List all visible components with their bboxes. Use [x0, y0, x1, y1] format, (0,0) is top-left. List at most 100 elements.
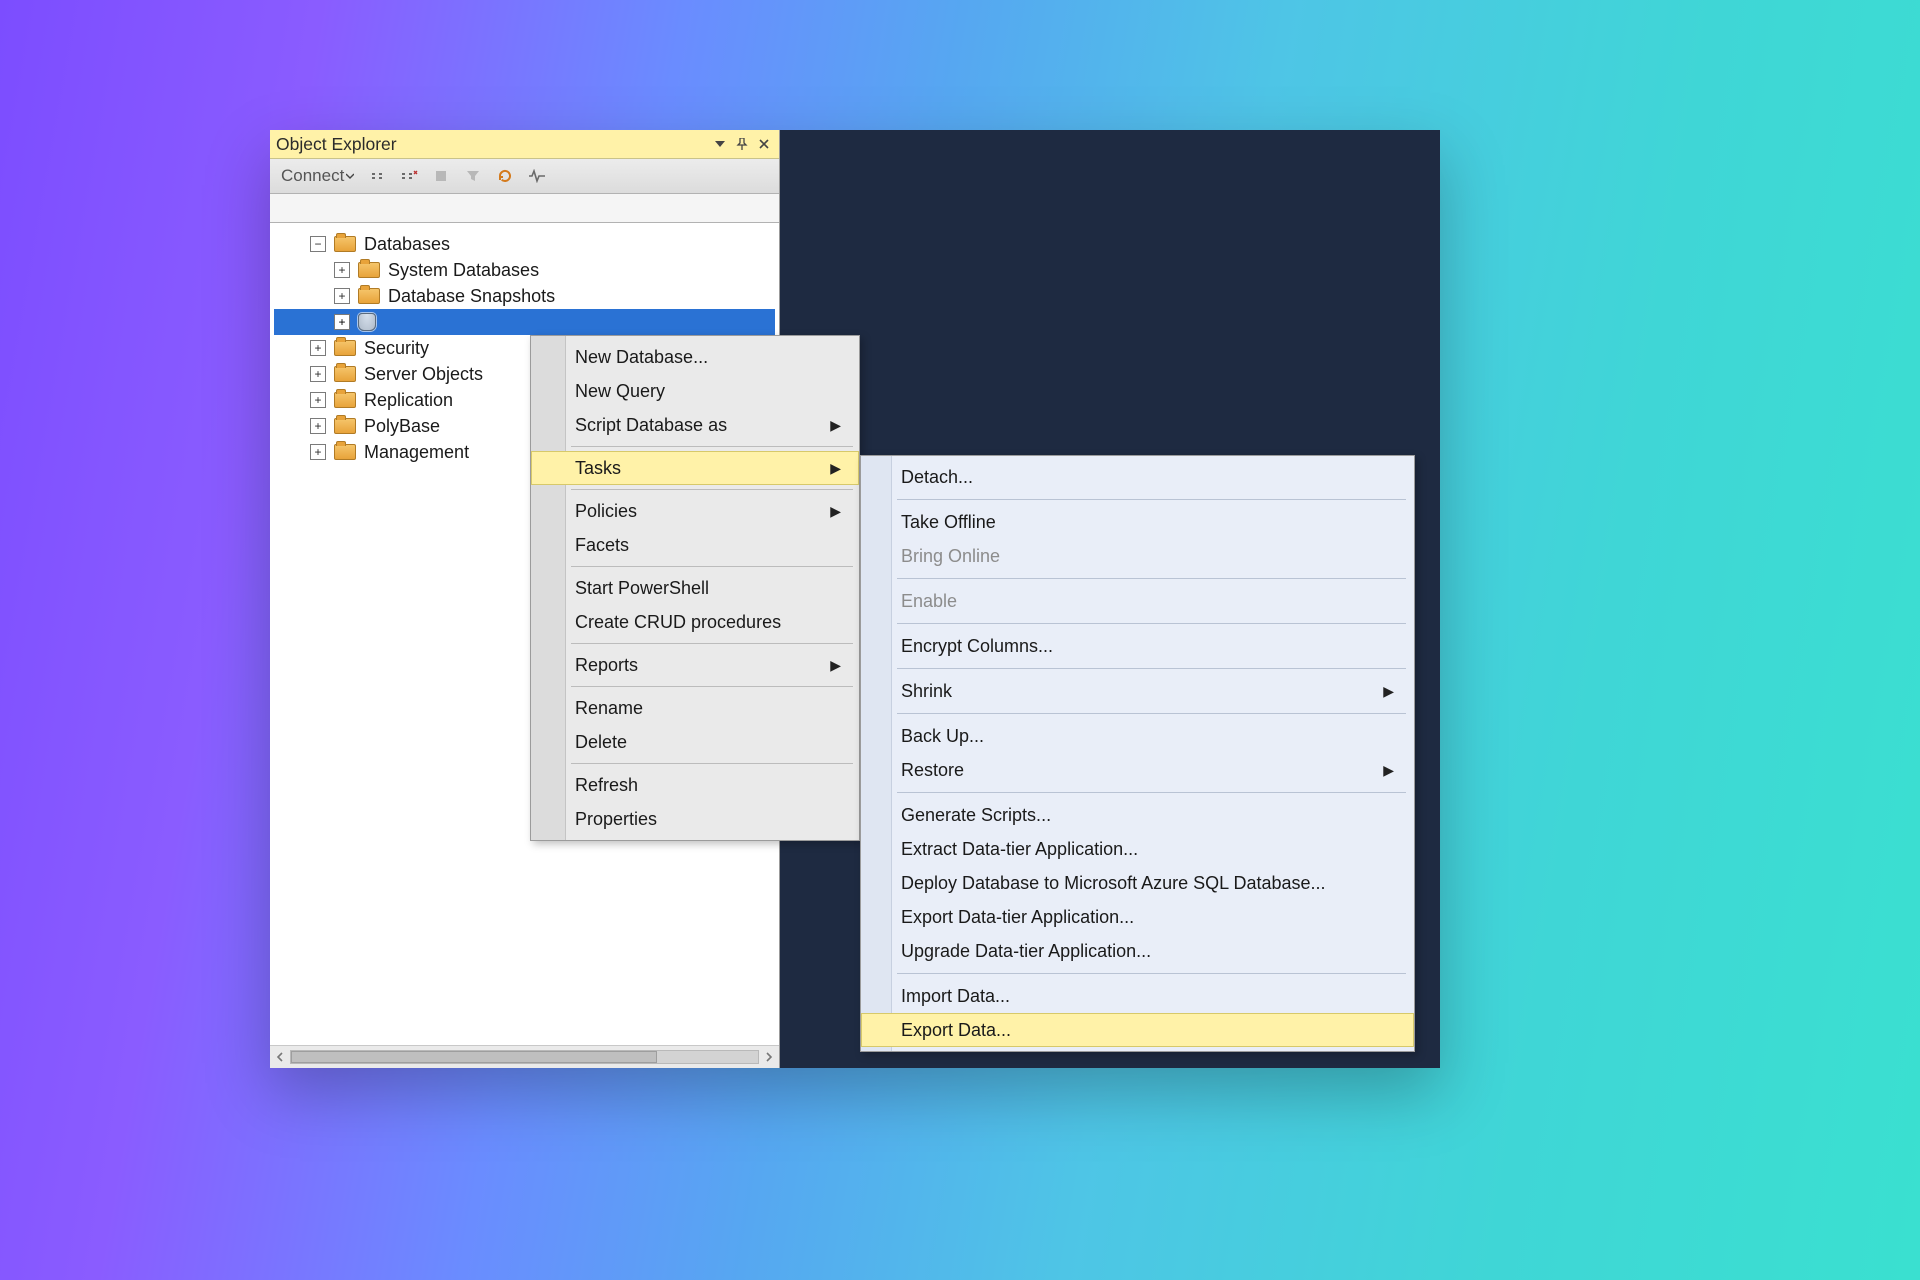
- task-import-data[interactable]: Import Data...: [861, 979, 1414, 1013]
- menu-new-database[interactable]: New Database...: [531, 340, 859, 374]
- tree-node-selected-database[interactable]: +: [274, 309, 775, 335]
- menu-script-database-as[interactable]: Script Database as▶: [531, 408, 859, 442]
- task-detach[interactable]: Detach...: [861, 460, 1414, 494]
- task-deploy-azure[interactable]: Deploy Database to Microsoft Azure SQL D…: [861, 866, 1414, 900]
- chevron-down-icon: [346, 172, 354, 180]
- menu-separator: [571, 446, 853, 447]
- task-bring-online: Bring Online: [861, 539, 1414, 573]
- menu-separator: [897, 713, 1406, 714]
- task-generate-scripts[interactable]: Generate Scripts...: [861, 798, 1414, 832]
- folder-icon: [334, 366, 356, 382]
- menu-separator: [897, 623, 1406, 624]
- chevron-right-icon: ▶: [830, 460, 841, 477]
- folder-icon: [334, 340, 356, 356]
- scroll-right-icon[interactable]: [759, 1046, 779, 1068]
- menu-policies[interactable]: Policies▶: [531, 494, 859, 528]
- disconnect-all-icon[interactable]: [396, 163, 422, 189]
- connect-button[interactable]: Connect: [279, 163, 358, 189]
- tree-label: Server Objects: [364, 364, 483, 385]
- chevron-right-icon: ▶: [1383, 762, 1394, 779]
- tree-label: Database Snapshots: [388, 286, 555, 307]
- task-restore[interactable]: Restore▶: [861, 753, 1414, 787]
- tree-node-system-databases[interactable]: + System Databases: [274, 257, 775, 283]
- folder-icon: [358, 288, 380, 304]
- menu-separator: [897, 973, 1406, 974]
- tree-label: Databases: [364, 234, 450, 255]
- menu-separator: [897, 668, 1406, 669]
- panel-titlebar: Object Explorer: [270, 130, 779, 159]
- expand-icon[interactable]: +: [310, 366, 326, 382]
- folder-icon: [334, 444, 356, 460]
- tree-label: System Databases: [388, 260, 539, 281]
- horizontal-scrollbar[interactable]: [270, 1045, 779, 1068]
- stop-icon[interactable]: [428, 163, 454, 189]
- scroll-left-icon[interactable]: [270, 1046, 290, 1068]
- menu-tasks[interactable]: Tasks▶: [531, 451, 859, 485]
- panel-title: Object Explorer: [276, 130, 397, 158]
- pin-icon[interactable]: [733, 135, 751, 153]
- database-icon: [358, 313, 376, 331]
- menu-reports[interactable]: Reports▶: [531, 648, 859, 682]
- expand-icon[interactable]: +: [310, 444, 326, 460]
- refresh-icon[interactable]: [492, 163, 518, 189]
- task-back-up[interactable]: Back Up...: [861, 719, 1414, 753]
- menu-new-query[interactable]: New Query: [531, 374, 859, 408]
- tree-label: Security: [364, 338, 429, 359]
- task-enable: Enable: [861, 584, 1414, 618]
- expand-icon[interactable]: +: [310, 418, 326, 434]
- chevron-right-icon: ▶: [830, 503, 841, 520]
- menu-properties[interactable]: Properties: [531, 802, 859, 836]
- task-export-data-tier[interactable]: Export Data-tier Application...: [861, 900, 1414, 934]
- menu-refresh[interactable]: Refresh: [531, 768, 859, 802]
- disconnect-icon[interactable]: [364, 163, 390, 189]
- activity-icon[interactable]: [524, 163, 550, 189]
- scroll-thumb[interactable]: [291, 1051, 657, 1063]
- tree-node-database-snapshots[interactable]: + Database Snapshots: [274, 283, 775, 309]
- menu-separator: [897, 578, 1406, 579]
- task-shrink[interactable]: Shrink▶: [861, 674, 1414, 708]
- close-icon[interactable]: [755, 135, 773, 153]
- menu-separator: [571, 566, 853, 567]
- menu-separator: [571, 643, 853, 644]
- chevron-right-icon: ▶: [830, 657, 841, 674]
- folder-icon: [334, 392, 356, 408]
- panel-toolbar: Connect: [270, 159, 779, 194]
- tree-node-databases[interactable]: − Databases: [274, 231, 775, 257]
- task-extract-data-tier[interactable]: Extract Data-tier Application...: [861, 832, 1414, 866]
- scroll-track[interactable]: [290, 1050, 759, 1064]
- connect-label: Connect: [281, 166, 344, 186]
- menu-separator: [897, 499, 1406, 500]
- task-export-data[interactable]: Export Data...: [861, 1013, 1414, 1047]
- filter-icon[interactable]: [460, 163, 486, 189]
- database-context-menu: New Database... New Query Script Databas…: [530, 335, 860, 841]
- expand-icon[interactable]: +: [334, 288, 350, 304]
- chevron-right-icon: ▶: [1383, 683, 1394, 700]
- menu-delete[interactable]: Delete: [531, 725, 859, 759]
- expand-icon[interactable]: +: [334, 314, 350, 330]
- menu-rename[interactable]: Rename: [531, 691, 859, 725]
- task-encrypt-columns[interactable]: Encrypt Columns...: [861, 629, 1414, 663]
- panel-options-icon[interactable]: [711, 135, 729, 153]
- menu-separator: [571, 489, 853, 490]
- folder-icon: [334, 418, 356, 434]
- chevron-right-icon: ▶: [830, 417, 841, 434]
- expand-icon[interactable]: +: [310, 340, 326, 356]
- tasks-submenu: Detach... Take Offline Bring Online Enab…: [860, 455, 1415, 1052]
- tree-label: Management: [364, 442, 469, 463]
- menu-facets[interactable]: Facets: [531, 528, 859, 562]
- menu-separator: [571, 763, 853, 764]
- task-take-offline[interactable]: Take Offline: [861, 505, 1414, 539]
- folder-icon: [334, 236, 356, 252]
- panel-filterbar: [270, 194, 779, 223]
- collapse-icon[interactable]: −: [310, 236, 326, 252]
- tree-label: Replication: [364, 390, 453, 411]
- menu-separator: [571, 686, 853, 687]
- task-upgrade-data-tier[interactable]: Upgrade Data-tier Application...: [861, 934, 1414, 968]
- folder-icon: [358, 262, 380, 278]
- tree-label: PolyBase: [364, 416, 440, 437]
- expand-icon[interactable]: +: [334, 262, 350, 278]
- expand-icon[interactable]: +: [310, 392, 326, 408]
- menu-create-crud[interactable]: Create CRUD procedures: [531, 605, 859, 639]
- menu-separator: [897, 792, 1406, 793]
- menu-start-powershell[interactable]: Start PowerShell: [531, 571, 859, 605]
